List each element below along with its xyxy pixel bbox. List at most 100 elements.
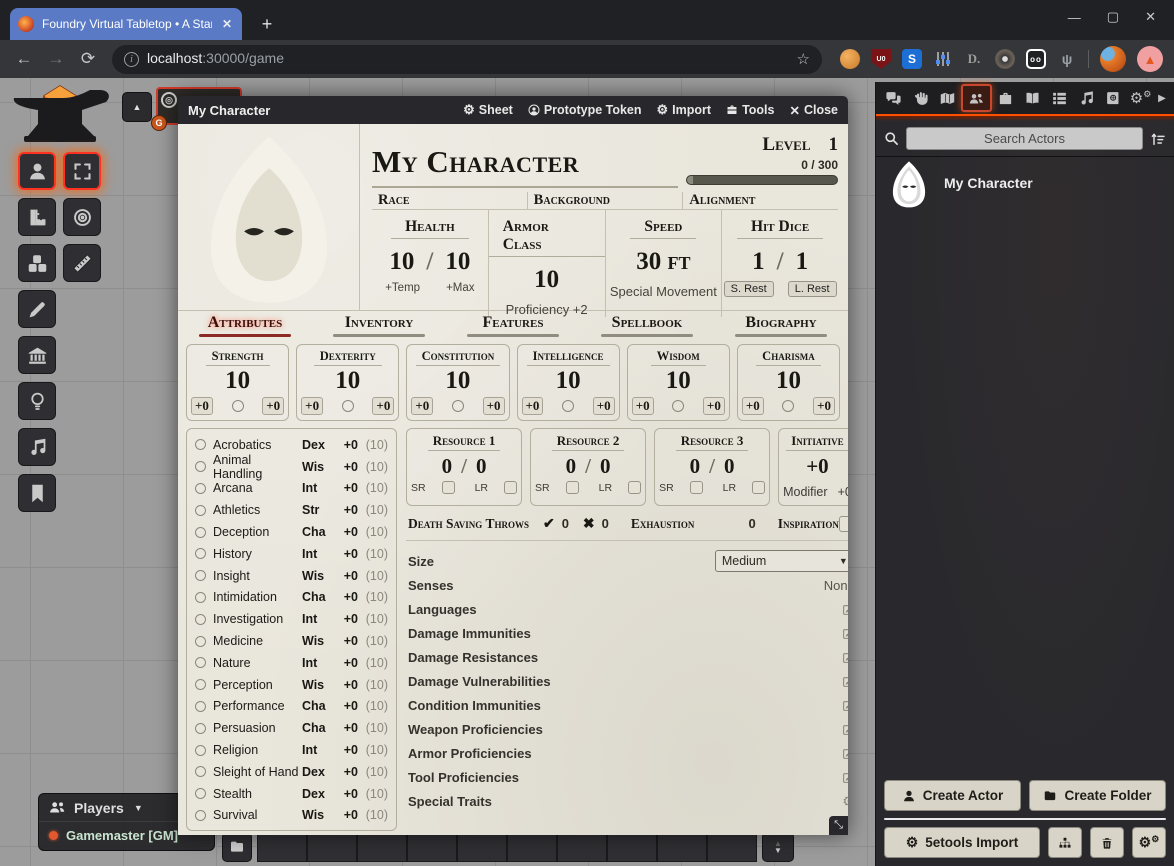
detail-field[interactable]: Race [372,192,528,209]
ability-score[interactable]: 10 [776,368,801,394]
actor-entry[interactable]: My Character [876,157,1174,209]
edit-icon[interactable] [842,627,848,640]
proficiency-radio[interactable] [232,400,244,412]
hp-current[interactable]: 10 [389,248,414,276]
window-maximize-button[interactable]: ▢ [1107,9,1119,25]
inspiration-checkbox[interactable] [839,516,848,532]
sheet-tab[interactable]: Inventory [312,311,446,338]
settings-button[interactable]: ⚙⚙ [1132,827,1166,858]
skill-proficiency-radio[interactable] [195,505,206,516]
target-tool-button[interactable] [63,198,101,236]
skill-row[interactable]: Animal Handling Wis +0 (10) [195,456,388,478]
size-select[interactable]: Medium▼ [715,550,848,572]
edit-icon[interactable] [842,603,848,616]
ability-check-mod[interactable]: +0 [483,397,505,415]
skill-proficiency-radio[interactable] [195,723,206,734]
sort-filter-icon[interactable] [1150,131,1166,147]
d-extension-icon[interactable]: D. [964,49,984,69]
import-button[interactable]: ⚙ Import [657,102,712,118]
proficiency-radio[interactable] [562,400,574,412]
skill-row[interactable]: Deception Cha +0 (10) [195,521,388,543]
long-rest-checkbox[interactable] [628,481,641,494]
search-input[interactable] [906,127,1143,150]
tab-chat[interactable] [880,84,907,112]
tab-scenes[interactable] [934,84,961,112]
short-rest-checkbox[interactable] [442,481,455,494]
skill-proficiency-radio[interactable] [195,614,206,625]
tile-controls-button[interactable] [18,244,56,282]
wall-controls-button[interactable] [18,336,56,374]
skill-proficiency-radio[interactable] [195,657,206,668]
window-close-button[interactable]: ✕ [1145,9,1156,25]
tab-combat[interactable] [907,84,934,112]
resource-value[interactable]: 0 [690,454,701,479]
skill-proficiency-radio[interactable] [195,461,206,472]
skill-proficiency-radio[interactable] [195,701,206,712]
sheet-tab[interactable]: Biography [714,311,848,338]
ruler-tool-button[interactable] [63,244,101,282]
tab-compendium[interactable] [1100,84,1127,112]
skill-proficiency-radio[interactable] [195,570,206,581]
token-controls-button[interactable] [18,152,56,190]
new-tab-button[interactable]: + [254,11,280,37]
character-portrait[interactable] [178,124,360,310]
skill-row[interactable]: History Int +0 (10) [195,543,388,565]
address-bar[interactable]: i localhost:30000/game ☆ [112,45,822,74]
proficiency-radio[interactable] [782,400,794,412]
notes-controls-button[interactable] [18,474,56,512]
skill-row[interactable]: Stealth Dex +0 (10) [195,783,388,805]
sidebar-collapse-button[interactable]: ▶ [1154,84,1170,112]
container-extension-icon[interactable]: oo [1026,49,1046,69]
lighting-controls-button[interactable] [18,382,56,420]
ability-save-mod[interactable]: +0 [632,397,654,415]
sound-controls-button[interactable] [18,428,56,466]
drawing-controls-button[interactable] [18,290,56,328]
ability-check-mod[interactable]: +0 [372,397,394,415]
measure-controls-button[interactable] [18,198,56,236]
ability-save-mod[interactable]: +0 [301,397,323,415]
5etools-import-button[interactable]: ⚙ 5etools Import [884,827,1040,858]
tab-playlists[interactable] [1073,84,1100,112]
death-success-count[interactable]: 0 [562,516,569,531]
skill-proficiency-radio[interactable] [195,439,206,450]
tab-settings[interactable]: ⚙⚙ [1127,84,1154,112]
ability-score[interactable]: 10 [335,368,360,394]
initiative-modifier[interactable]: +0 [838,485,848,499]
xp-value[interactable]: 0 / 300 [678,158,838,172]
skill-proficiency-radio[interactable] [195,592,206,603]
skill-proficiency-radio[interactable] [195,483,206,494]
shortcuts-extension-icon[interactable]: S [902,49,922,69]
lens-extension-icon[interactable] [995,49,1015,69]
exhaustion-count[interactable]: 0 [748,516,755,531]
proficiency-radio[interactable] [672,400,684,412]
resource-value[interactable]: 0 [442,454,453,479]
short-rest-checkbox[interactable] [690,481,703,494]
proficiency-radio[interactable] [342,400,354,412]
resource-max[interactable]: 0 [724,454,735,479]
hd-current[interactable]: 1 [752,248,765,276]
death-success-icon[interactable]: ✔ [543,515,555,532]
edit-icon[interactable] [842,699,848,712]
skill-row[interactable]: Religion Int +0 (10) [195,739,388,761]
long-rest-button[interactable]: L. Rest [788,281,837,297]
death-failure-icon[interactable]: ✖ [583,515,595,532]
skill-proficiency-radio[interactable] [195,679,206,690]
tab-items[interactable] [992,84,1019,112]
tools-button[interactable]: Tools [726,103,774,117]
skill-proficiency-radio[interactable] [195,527,206,538]
short-rest-button[interactable]: S. Rest [724,281,774,297]
ability-check-mod[interactable]: +0 [262,397,284,415]
tab-tables[interactable] [1046,84,1073,112]
ability-save-mod[interactable]: +0 [522,397,544,415]
collapse-controls-button[interactable]: ▲ [122,92,152,122]
level-value[interactable]: 1 [829,134,839,156]
skill-row[interactable]: Nature Int +0 (10) [195,652,388,674]
sheet-tab[interactable]: Spellbook [580,311,714,338]
hp-tempmax-label[interactable]: +Max [446,282,474,294]
browser-profile-avatar[interactable] [1100,46,1126,72]
long-rest-checkbox[interactable] [504,481,517,494]
skill-row[interactable]: Sleight of Hand Dex +0 (10) [195,761,388,783]
skill-proficiency-radio[interactable] [195,766,206,777]
tab-actors[interactable] [961,84,992,112]
sheet-tab[interactable]: Features [446,311,580,338]
